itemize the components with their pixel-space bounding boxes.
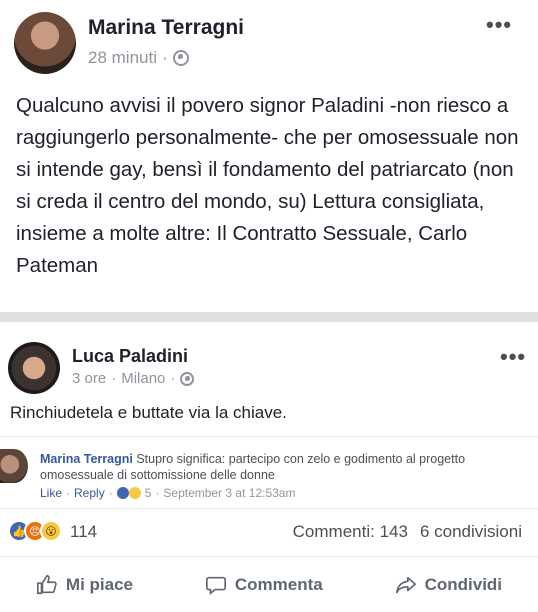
- comment-count[interactable]: Commenti: 143: [293, 522, 408, 542]
- thumbs-up-icon: [36, 575, 57, 595]
- action-bar: Mi piace Commenta Condividi: [0, 560, 538, 610]
- divider: [0, 556, 538, 557]
- comment-reaction-count[interactable]: 5: [145, 486, 152, 500]
- like-reaction-icon: [116, 487, 129, 499]
- comment-button[interactable]: Commenta: [205, 574, 323, 596]
- like-button[interactable]: Mi piace: [36, 574, 133, 596]
- reaction-icons[interactable]: 👍 😠 😮: [8, 520, 62, 542]
- comment: Marina Terragni Stupro significa: partec…: [40, 451, 520, 483]
- author-name[interactable]: Marina Terragni: [88, 16, 244, 40]
- shared-author-avatar[interactable]: [8, 342, 60, 394]
- more-options-icon[interactable]: •••: [486, 12, 512, 38]
- post-meta: 28 minuti ·: [88, 48, 189, 68]
- shared-post-meta: 3 ore · Milano ·: [72, 370, 195, 387]
- post-text: Qualcuno avvisi il povero signor Paladin…: [16, 94, 519, 277]
- comment-reply-link[interactable]: Reply: [74, 486, 105, 500]
- commenter-avatar[interactable]: [0, 449, 28, 483]
- shared-post-text: Rinchiudetela e buttate via la chiave.: [10, 403, 287, 422]
- meta-dot: ·: [108, 486, 113, 500]
- share-icon: [395, 576, 416, 594]
- shared-post-location[interactable]: Milano: [121, 370, 165, 387]
- share-label: Condividi: [424, 575, 503, 594]
- comment-date[interactable]: September 3 at 12:53am: [163, 486, 295, 500]
- more-options-icon[interactable]: •••: [500, 344, 526, 370]
- globe-icon: [172, 50, 189, 66]
- comment-meta: Like · Reply · 5 · September 3 at 12:53a…: [40, 486, 295, 500]
- shared-author-name[interactable]: Luca Paladini: [72, 346, 188, 367]
- post-stats: Commenti: 143 6 condivisioni: [293, 522, 522, 542]
- divider: [0, 508, 538, 509]
- author-avatar[interactable]: [14, 12, 76, 74]
- wow-reaction-icon: [128, 487, 141, 499]
- comment-author[interactable]: Marina Terragni: [40, 452, 133, 466]
- comment-label: Commenta: [234, 575, 323, 594]
- comment-like-link[interactable]: Like: [40, 486, 62, 500]
- section-divider: [0, 312, 538, 322]
- like-label: Mi piace: [65, 575, 134, 594]
- wow-reaction-icon: 😮: [40, 520, 62, 542]
- reaction-count[interactable]: 114: [70, 522, 97, 542]
- divider: [0, 436, 538, 437]
- meta-dot: ·: [155, 486, 160, 500]
- share-button[interactable]: Condividi: [395, 574, 502, 596]
- meta-separator: ·: [161, 48, 168, 67]
- share-count[interactable]: 6 condivisioni: [420, 522, 522, 542]
- meta-separator: ·: [170, 370, 176, 387]
- meta-dot: ·: [66, 486, 71, 500]
- post: Marina Terragni 28 minuti · ••• Qualcuno…: [0, 0, 538, 312]
- globe-icon: [180, 371, 195, 386]
- post-time[interactable]: 28 minuti: [88, 48, 157, 68]
- shared-post-time[interactable]: 3 ore: [72, 370, 106, 387]
- comment-icon: [205, 576, 226, 595]
- meta-separator: ·: [111, 370, 117, 387]
